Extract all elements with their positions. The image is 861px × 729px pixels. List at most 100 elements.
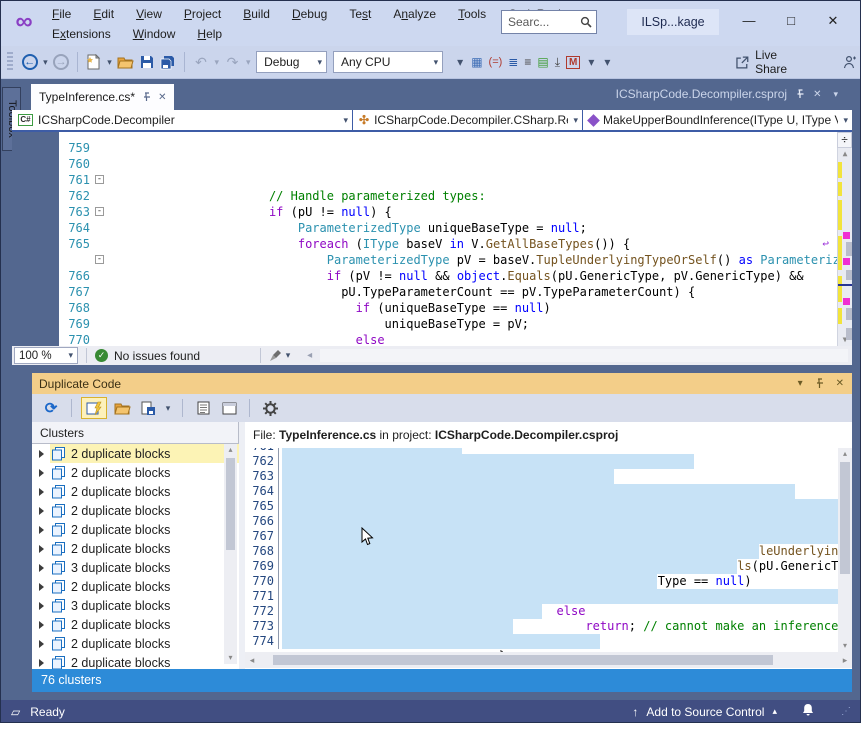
navigate-back-dropdown[interactable]: ▾ [41, 57, 51, 68]
toolbar-grip[interactable] [7, 52, 13, 72]
scrollbar-thumb[interactable] [273, 655, 773, 665]
fold-margin[interactable] [90, 284, 110, 300]
cluster-item[interactable]: 3 duplicate blocks [32, 596, 239, 615]
scroll-up-icon[interactable]: ▴ [838, 448, 852, 460]
code-line[interactable]: 769 return; // cannot make an inference … [59, 316, 837, 332]
code-line[interactable]: 762 ParameterizedType uniqueBaseType = n… [59, 188, 837, 204]
nav-project-dropdown[interactable]: C# ICSharpCode.Decompiler ▾ [12, 110, 353, 130]
expander-icon[interactable] [32, 621, 50, 629]
nav-member-dropdown[interactable]: MakeUpperBoundInference(IType U, IType V… [583, 110, 852, 130]
preview-code-line[interactable]: 766 ParameterizedType pV = baseV.TupleUn… [245, 514, 852, 529]
expander-icon[interactable] [32, 526, 50, 534]
show-document-button[interactable] [192, 397, 214, 419]
expander-icon[interactable] [32, 545, 50, 553]
close-icon[interactable]: ✕ [836, 378, 844, 389]
code-line[interactable]: 767 uniqueBaseType = pV; [59, 284, 837, 300]
menu-item[interactable]: Extensions [41, 25, 122, 43]
expander-icon[interactable] [32, 640, 50, 648]
redo-button[interactable]: ↷ [223, 51, 243, 73]
open-folder-button[interactable] [111, 397, 133, 419]
close-icon[interactable]: ✕ [158, 92, 166, 103]
close-icon[interactable]: ✕ [813, 89, 821, 100]
code-line[interactable]: 768 else [59, 300, 837, 316]
fold-margin[interactable] [90, 316, 110, 332]
nav-type-dropdown[interactable]: ✣ ICSharpCode.Decompiler.CSharp.Resolver… [353, 110, 583, 130]
import-icon[interactable]: ⤓ [555, 55, 560, 70]
cluster-item-body[interactable]: 3 duplicate blocks [50, 558, 239, 577]
fold-margin[interactable]: - [90, 204, 110, 220]
preview-code[interactable]: 761 762 // Handle parameterized types: [245, 448, 852, 652]
menu-item[interactable]: Debug [281, 5, 338, 23]
code-editor[interactable]: 759 760 // Handle parameterized types: [12, 132, 852, 346]
preview-code-line[interactable]: 770 else [245, 574, 852, 589]
scrollbar-thumb[interactable] [226, 458, 235, 550]
new-file-dropdown[interactable]: ▾ [105, 57, 115, 68]
cluster-item[interactable]: 2 duplicate blocks [32, 520, 239, 539]
scroll-down-icon[interactable]: ▾ [224, 652, 237, 664]
toolbar-overflow-icon[interactable]: ▾ [455, 55, 465, 69]
cluster-item[interactable]: 2 duplicate blocks [32, 444, 239, 463]
preview-code-line[interactable]: 771 return; // cannot make an inference … [245, 589, 852, 604]
search-input[interactable]: Searc... [501, 10, 597, 34]
expander-icon[interactable] [32, 659, 50, 667]
preview-code-line[interactable]: 774 Log.Indent(); [245, 634, 852, 649]
grid-icon[interactable]: ▦ [471, 55, 482, 69]
refresh-button[interactable]: ⟳ [40, 397, 62, 419]
cluster-item[interactable]: 3 duplicate blocks [32, 558, 239, 577]
markdown-icon[interactable]: M [566, 56, 580, 69]
save-button[interactable] [137, 51, 157, 73]
code-line[interactable]: 763 - foreach (IType baseV in V.GetAllBa… [59, 204, 837, 220]
toolbar-overflow-icon[interactable]: ▾ [586, 55, 596, 69]
tab-list-chevron-icon[interactable]: ▾ [833, 89, 838, 100]
scroll-left-icon[interactable]: ◂ [307, 350, 312, 361]
preview-code-line[interactable]: 763 if (pU != null) { [245, 469, 852, 484]
menu-item[interactable]: Tools [447, 5, 497, 23]
cluster-item-body[interactable]: 2 duplicate blocks [50, 634, 239, 653]
expander-icon[interactable] [32, 564, 50, 572]
editor-vertical-scrollbar[interactable]: ▲ ▼ [837, 148, 852, 346]
redo-dropdown[interactable]: ▾ [243, 57, 253, 68]
menu-item[interactable]: Help [186, 25, 233, 43]
navigate-back-button[interactable]: ← [20, 51, 40, 73]
minimize-button[interactable]: — [728, 7, 770, 35]
cluster-item[interactable]: 2 duplicate blocks [32, 463, 239, 482]
code-line[interactable]: 760 // Handle parameterized types: [59, 156, 837, 172]
add-to-source-control-button[interactable]: Add to Source Control [646, 705, 764, 719]
scroll-right-icon[interactable]: ▸ [838, 654, 852, 666]
active-document-tab[interactable]: TypeInference.cs* ✕ [31, 84, 174, 110]
cluster-item[interactable]: 2 duplicate blocks [32, 539, 239, 558]
fold-margin[interactable] [90, 268, 110, 284]
cluster-item[interactable]: 2 duplicate blocks [32, 634, 239, 653]
cleanup-dropdown[interactable]: ▾ [283, 350, 293, 361]
cluster-item-body[interactable]: 2 duplicate blocks [50, 444, 239, 463]
save-dropdown[interactable]: ▾ [163, 403, 173, 414]
open-folder-button[interactable] [115, 51, 135, 73]
code-line[interactable]: 770 } [59, 332, 837, 346]
close-button[interactable]: ✕ [812, 7, 854, 35]
code-line[interactable]: 761 - if (pU != null) { [59, 172, 837, 188]
navigate-forward-button[interactable]: → [51, 51, 71, 73]
pin-icon[interactable] [795, 89, 805, 99]
scroll-up-icon[interactable]: ▴ [224, 444, 237, 456]
code-line[interactable]: 764 ParameterizedType pV = baseV.TupleUn… [59, 220, 837, 236]
zoom-level-combo[interactable]: 100 % ▾ [14, 347, 78, 364]
preview-horizontal-scrollbar[interactable]: ◂ ▸ [245, 652, 852, 668]
preview-code-line[interactable]: 765 foreach (IType baseV in V.GetAllBase… [245, 499, 852, 514]
menu-item[interactable]: Analyze [382, 5, 447, 23]
fold-margin[interactable] [90, 236, 110, 252]
toolbar-overflow-icon[interactable]: ▾ [602, 55, 612, 69]
cluster-item-body[interactable]: 2 duplicate blocks [50, 653, 239, 669]
solution-platform-combo[interactable]: Any CPU▾ [333, 51, 443, 73]
cluster-item-body[interactable]: 2 duplicate blocks [50, 501, 239, 520]
pin-icon[interactable] [815, 378, 824, 389]
fold-margin[interactable] [90, 140, 110, 156]
pin-icon[interactable] [142, 92, 151, 102]
cluster-item-body[interactable]: 2 duplicate blocks [50, 577, 239, 596]
cluster-item[interactable]: 2 duplicate blocks [32, 482, 239, 501]
menu-item[interactable]: Test [338, 5, 382, 23]
expander-icon[interactable] [32, 450, 50, 458]
scroll-up-icon[interactable]: ▲ [838, 148, 852, 160]
cluster-item-body[interactable]: 2 duplicate blocks [50, 463, 239, 482]
code-line[interactable]: 765 if (pV != null && object.Equals(pU.G… [59, 236, 837, 252]
cluster-item[interactable]: 2 duplicate blocks [32, 501, 239, 520]
